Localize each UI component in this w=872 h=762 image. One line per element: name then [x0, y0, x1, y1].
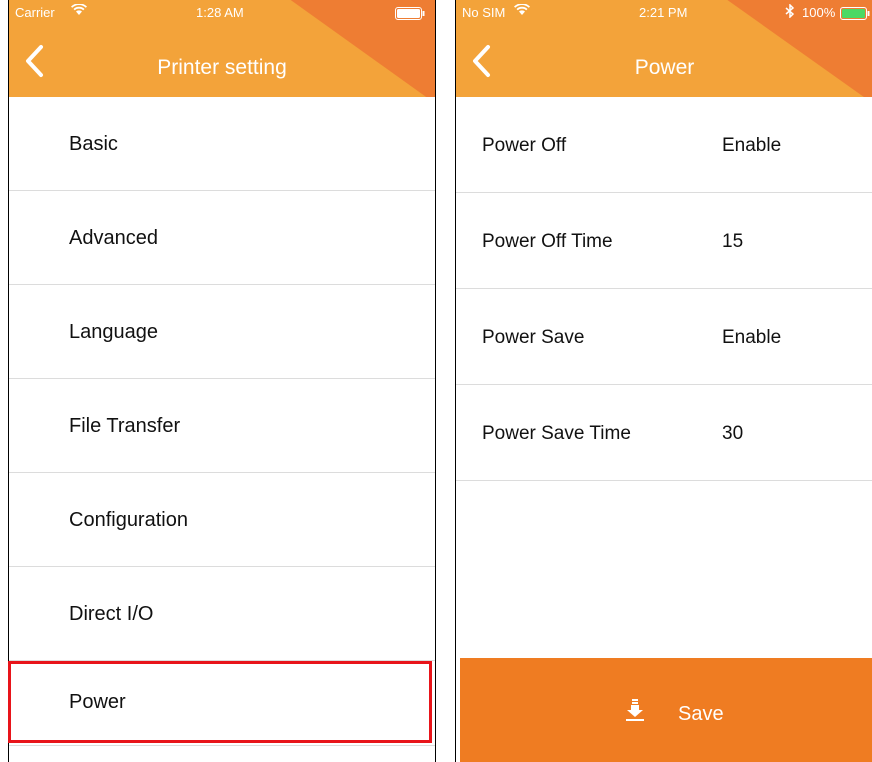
status-time: 2:21 PM: [639, 5, 688, 20]
right-status-bar: No SIM 2:21 PM 100%: [456, 0, 872, 28]
menu-item-label: Advanced: [69, 227, 158, 249]
menu-item-label: File Transfer: [69, 415, 181, 437]
setting-power-off[interactable]: Power Off Enable: [456, 97, 872, 193]
menu-item-label: Basic: [69, 133, 118, 155]
save-download-icon: [623, 698, 647, 722]
page-title: Power: [634, 56, 695, 79]
setting-label: Power Save Time: [482, 423, 631, 444]
right-phone-screen: No SIM 2:21 PM 100% Power Power Off Enab…: [455, 0, 872, 762]
menu-item-basic[interactable]: Basic: [9, 97, 435, 191]
battery-icon: [395, 7, 425, 23]
save-button[interactable]: Save: [460, 658, 872, 762]
menu-item-file-transfer[interactable]: File Transfer: [9, 379, 435, 473]
status-time: 1:28 AM: [196, 5, 244, 20]
carrier-label: Carrier: [15, 5, 55, 20]
setting-power-off-time[interactable]: Power Off Time 15: [456, 193, 872, 289]
menu-item-advanced[interactable]: Advanced: [9, 191, 435, 285]
battery-percent: 100%: [802, 5, 836, 20]
setting-label: Power Save: [482, 327, 585, 348]
carrier-label: No SIM: [462, 5, 506, 20]
setting-power-save-time[interactable]: Power Save Time 30: [456, 385, 872, 481]
settings-menu: Basic Advanced Language File Transfer Co…: [9, 97, 435, 746]
power-settings-list: Power Off Enable Power Off Time 15 Power…: [456, 97, 872, 481]
battery-icon: [840, 7, 870, 23]
setting-value: Enable: [722, 327, 782, 348]
left-navbar: Printer setting: [9, 28, 435, 97]
setting-power-save[interactable]: Power Save Enable: [456, 289, 872, 385]
setting-value: 30: [722, 423, 744, 444]
save-button-label: Save: [678, 703, 724, 725]
wifi-icon: [514, 3, 530, 19]
highlight-box-power: [8, 661, 432, 743]
menu-item-label: Language: [69, 321, 158, 343]
setting-label: Power Off: [482, 135, 567, 156]
setting-label: Power Off Time: [482, 231, 613, 252]
menu-item-language[interactable]: Language: [9, 285, 435, 379]
right-header: No SIM 2:21 PM 100% Power: [456, 0, 872, 97]
left-header: Carrier 1:28 AM Printer setting: [9, 0, 435, 97]
wifi-icon: [71, 3, 87, 19]
menu-item-label: Configuration: [69, 509, 188, 531]
menu-item-direct-io[interactable]: Direct I/O: [9, 567, 435, 661]
page-title: Printer setting: [157, 56, 287, 79]
left-status-bar: Carrier 1:28 AM: [9, 0, 435, 28]
bluetooth-icon: [785, 3, 795, 21]
setting-value: Enable: [722, 135, 782, 156]
right-navbar: Power: [456, 28, 872, 97]
left-phone-screen: Carrier 1:28 AM Printer setting Basic Ad…: [8, 0, 436, 762]
menu-item-label: Direct I/O: [69, 603, 154, 625]
menu-item-configuration[interactable]: Configuration: [9, 473, 435, 567]
setting-value: 15: [722, 231, 744, 252]
